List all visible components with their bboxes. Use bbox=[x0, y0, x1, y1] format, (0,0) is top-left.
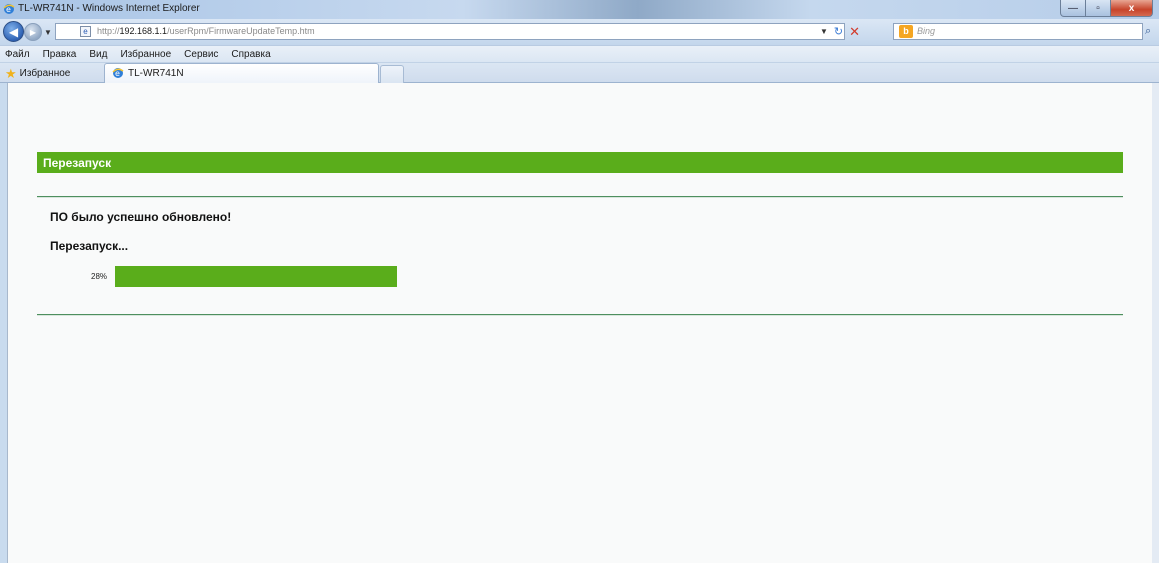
close-button[interactable]: x bbox=[1111, 0, 1153, 17]
search-box[interactable]: b Bing bbox=[893, 23, 1143, 40]
svg-text:e: e bbox=[6, 5, 11, 14]
close-icon: x bbox=[1128, 2, 1135, 14]
url-host: 192.168.1.1 bbox=[119, 26, 168, 36]
forward-button[interactable]: ▶ bbox=[24, 23, 42, 41]
page-viewport: Перезапуск ПО было успешно обновлено! Пе… bbox=[7, 83, 1153, 563]
favorites-button[interactable]: ★ Избранное bbox=[5, 65, 70, 81]
window-title: TL-WR741N - Windows Internet Explorer bbox=[18, 3, 200, 14]
navigation-bar: ◀ ▶ ▼ e http://192.168.1.1/userRpm/Firmw… bbox=[0, 19, 1159, 45]
forward-arrow-icon: ▶ bbox=[29, 27, 37, 37]
tab-bar: ★ Избранное e TL-WR741N bbox=[0, 62, 1159, 84]
vertical-scrollbar[interactable] bbox=[1152, 83, 1159, 563]
url-prefix: http:// bbox=[97, 26, 120, 36]
internet-explorer-icon: e bbox=[112, 68, 124, 78]
search-placeholder: Bing bbox=[917, 26, 936, 36]
title-bar: e TL-WR741N - Windows Internet Explorer … bbox=[0, 0, 1159, 19]
favorites-label: Избранное bbox=[19, 67, 71, 79]
back-arrow-icon: ◀ bbox=[8, 24, 19, 39]
new-tab-button[interactable] bbox=[380, 65, 404, 84]
menu-favorites[interactable]: Избранное bbox=[120, 49, 171, 60]
menu-edit[interactable]: Правка bbox=[43, 49, 77, 60]
back-button[interactable]: ◀ bbox=[3, 21, 24, 42]
section-title: Перезапуск bbox=[43, 156, 112, 170]
divider-top bbox=[37, 196, 1123, 198]
menu-help[interactable]: Справка bbox=[231, 49, 270, 60]
success-message: ПО было успешно обновлено! bbox=[50, 210, 232, 224]
progress-bar bbox=[115, 266, 397, 287]
menu-tools[interactable]: Сервис bbox=[184, 49, 218, 60]
address-tools: ▼ ↻ ✕ bbox=[820, 23, 860, 40]
bing-icon: b bbox=[899, 25, 913, 38]
menu-view[interactable]: Вид bbox=[89, 49, 107, 60]
page-icon: e bbox=[80, 26, 91, 37]
minimize-button[interactable]: — bbox=[1060, 0, 1086, 17]
progress-fill bbox=[115, 266, 397, 287]
stop-icon[interactable]: ✕ bbox=[849, 24, 860, 40]
divider-bottom bbox=[37, 314, 1123, 316]
search-icon[interactable]: ⌕ bbox=[1145, 25, 1151, 38]
internet-explorer-icon: e bbox=[3, 4, 15, 14]
address-url: http://192.168.1.1/userRpm/FirmwareUpdat… bbox=[97, 26, 315, 36]
maximize-icon: ▫ bbox=[1096, 2, 1100, 14]
star-icon: ★ bbox=[5, 65, 17, 81]
url-path: /userRpm/FirmwareUpdateTemp.htm bbox=[167, 26, 315, 36]
address-bar[interactable]: e http://192.168.1.1/userRpm/FirmwareUpd… bbox=[55, 23, 845, 40]
menu-bar: Файл Правка Вид Избранное Сервис Справка bbox=[0, 45, 1159, 62]
menu-file[interactable]: Файл bbox=[5, 49, 30, 60]
tab-tl-wr741n[interactable]: e TL-WR741N bbox=[104, 63, 379, 84]
section-header: Перезапуск bbox=[37, 152, 1123, 173]
progress-percent: 28% bbox=[91, 272, 108, 281]
tab-label: TL-WR741N bbox=[128, 68, 184, 79]
minimize-icon: — bbox=[1068, 2, 1078, 14]
address-dropdown-icon[interactable]: ▼ bbox=[820, 27, 828, 36]
refresh-icon[interactable]: ↻ bbox=[834, 25, 843, 38]
window-controls: — ▫ x bbox=[1060, 0, 1153, 17]
history-dropdown-icon[interactable]: ▼ bbox=[44, 28, 52, 37]
browser-window: e TL-WR741N - Windows Internet Explorer … bbox=[0, 0, 1159, 563]
maximize-button[interactable]: ▫ bbox=[1086, 0, 1111, 17]
svg-text:e: e bbox=[115, 69, 120, 78]
restart-message: Перезапуск... bbox=[50, 239, 129, 253]
